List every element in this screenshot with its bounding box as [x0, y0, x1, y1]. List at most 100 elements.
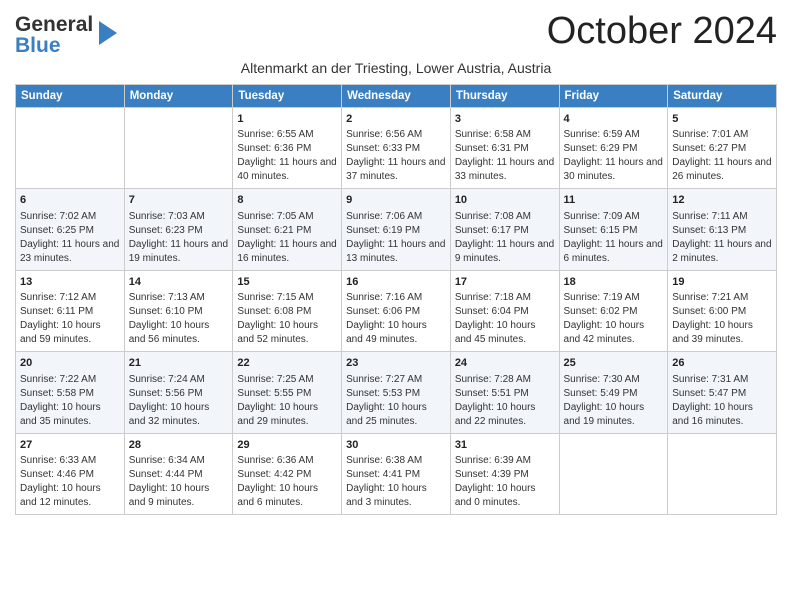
- day-info: Sunrise: 7:27 AMSunset: 5:53 PMDaylight:…: [346, 373, 446, 429]
- day-number: 29: [237, 438, 337, 453]
- day-info: Sunrise: 7:16 AMSunset: 6:06 PMDaylight:…: [346, 291, 446, 347]
- day-info: Sunrise: 7:02 AMSunset: 6:25 PMDaylight:…: [20, 210, 120, 266]
- day-info: Sunrise: 7:13 AMSunset: 6:10 PMDaylight:…: [129, 291, 229, 347]
- calendar-cell: 6 Sunrise: 7:02 AMSunset: 6:25 PMDaylight…: [16, 189, 125, 270]
- weekday-header-monday: Monday: [124, 85, 233, 108]
- day-number: 6: [20, 193, 120, 208]
- weekday-header-thursday: Thursday: [450, 85, 559, 108]
- day-number: 22: [237, 356, 337, 371]
- day-number: 1: [237, 112, 337, 127]
- logo: General Blue: [15, 14, 119, 56]
- day-number: 28: [129, 438, 229, 453]
- day-number: 13: [20, 275, 120, 290]
- calendar-cell: 13Sunrise: 7:12 AMSunset: 6:11 PMDayligh…: [16, 270, 125, 351]
- weekday-header-saturday: Saturday: [668, 85, 777, 108]
- day-info: Sunrise: 7:12 AMSunset: 6:11 PMDaylight:…: [20, 291, 120, 347]
- calendar-cell: 18Sunrise: 7:19 AMSunset: 6:02 PMDayligh…: [559, 270, 668, 351]
- calendar-cell: 1Sunrise: 6:55 AMSunset: 6:36 PMDaylight…: [233, 108, 342, 189]
- day-info: Sunrise: 6:56 AMSunset: 6:33 PMDaylight:…: [346, 128, 446, 184]
- weekday-header-tuesday: Tuesday: [233, 85, 342, 108]
- day-number: 7: [129, 193, 229, 208]
- day-number: 18: [564, 275, 664, 290]
- day-number: 11: [564, 193, 664, 208]
- calendar-cell: 16Sunrise: 7:16 AMSunset: 6:06 PMDayligh…: [342, 270, 451, 351]
- day-number: 31: [455, 438, 555, 453]
- day-info: Sunrise: 7:28 AMSunset: 5:51 PMDaylight:…: [455, 373, 555, 429]
- calendar-cell: 4Sunrise: 6:59 AMSunset: 6:29 PMDaylight…: [559, 108, 668, 189]
- day-info: Sunrise: 7:15 AMSunset: 6:08 PMDaylight:…: [237, 291, 337, 347]
- calendar-cell: 3Sunrise: 6:58 AMSunset: 6:31 PMDaylight…: [450, 108, 559, 189]
- day-number: 9: [346, 193, 446, 208]
- day-number: 16: [346, 275, 446, 290]
- logo-icon: [97, 19, 119, 47]
- calendar-cell: 11 Sunrise: 7:09 AMSunset: 6:15 PMDayligh…: [559, 189, 668, 270]
- day-info: Sunrise: 6:55 AMSunset: 6:36 PMDaylight:…: [237, 128, 337, 184]
- calendar-cell: 8 Sunrise: 7:05 AMSunset: 6:21 PMDaylight…: [233, 189, 342, 270]
- day-info: Sunrise: 6:33 AMSunset: 4:46 PMDaylight:…: [20, 454, 120, 510]
- day-info: Sunrise: 6:58 AMSunset: 6:31 PMDaylight:…: [455, 128, 555, 184]
- calendar-cell: 22Sunrise: 7:25 AMSunset: 5:55 PMDayligh…: [233, 352, 342, 433]
- day-number: 24: [455, 356, 555, 371]
- day-info: Sunrise: 7:01 AMSunset: 6:27 PMDaylight:…: [672, 128, 772, 184]
- calendar-cell: 30Sunrise: 6:38 AMSunset: 4:41 PMDayligh…: [342, 433, 451, 514]
- calendar-cell: [559, 433, 668, 514]
- calendar-cell: 23 Sunrise: 7:27 AMSunset: 5:53 PMDayligh…: [342, 352, 451, 433]
- day-number: 10: [455, 193, 555, 208]
- calendar-table: SundayMondayTuesdayWednesdayThursdayFrid…: [15, 84, 777, 515]
- logo-general: General: [15, 14, 93, 35]
- day-info: Sunrise: 7:30 AMSunset: 5:49 PMDaylight:…: [564, 373, 664, 429]
- calendar-cell: 5Sunrise: 7:01 AMSunset: 6:27 PMDaylight…: [668, 108, 777, 189]
- day-number: 12: [672, 193, 772, 208]
- calendar-subtitle: Altenmarkt an der Triesting, Lower Austr…: [15, 60, 777, 76]
- day-info: Sunrise: 7:11 AMSunset: 6:13 PMDaylight:…: [672, 210, 772, 266]
- calendar-cell: [124, 108, 233, 189]
- calendar-cell: 24 Sunrise: 7:28 AMSunset: 5:51 PMDayligh…: [450, 352, 559, 433]
- calendar-cell: 2Sunrise: 6:56 AMSunset: 6:33 PMDaylight…: [342, 108, 451, 189]
- day-number: 17: [455, 275, 555, 290]
- day-info: Sunrise: 7:08 AMSunset: 6:17 PMDaylight:…: [455, 210, 555, 266]
- calendar-cell: 21 Sunrise: 7:24 AMSunset: 5:56 PMDayligh…: [124, 352, 233, 433]
- logo-blue: Blue: [15, 35, 93, 56]
- day-info: Sunrise: 6:38 AMSunset: 4:41 PMDaylight:…: [346, 454, 446, 510]
- calendar-cell: 26Sunrise: 7:31 AMSunset: 5:47 PMDayligh…: [668, 352, 777, 433]
- day-info: Sunrise: 7:24 AMSunset: 5:56 PMDaylight:…: [129, 373, 229, 429]
- day-info: Sunrise: 7:06 AMSunset: 6:19 PMDaylight:…: [346, 210, 446, 266]
- calendar-cell: 7 Sunrise: 7:03 AMSunset: 6:23 PMDaylight…: [124, 189, 233, 270]
- calendar-cell: 12 Sunrise: 7:11 AMSunset: 6:13 PMDayligh…: [668, 189, 777, 270]
- month-title: October 2024: [547, 10, 777, 53]
- day-number: 21: [129, 356, 229, 371]
- calendar-cell: 28Sunrise: 6:34 AMSunset: 4:44 PMDayligh…: [124, 433, 233, 514]
- calendar-cell: 25 Sunrise: 7:30 AMSunset: 5:49 PMDayligh…: [559, 352, 668, 433]
- day-info: Sunrise: 7:09 AMSunset: 6:15 PMDaylight:…: [564, 210, 664, 266]
- day-number: 14: [129, 275, 229, 290]
- day-number: 26: [672, 356, 772, 371]
- calendar-cell: [16, 108, 125, 189]
- day-info: Sunrise: 7:19 AMSunset: 6:02 PMDaylight:…: [564, 291, 664, 347]
- weekday-header-sunday: Sunday: [16, 85, 125, 108]
- day-number: 2: [346, 112, 446, 127]
- day-number: 3: [455, 112, 555, 127]
- day-info: Sunrise: 7:03 AMSunset: 6:23 PMDaylight:…: [129, 210, 229, 266]
- day-info: Sunrise: 6:59 AMSunset: 6:29 PMDaylight:…: [564, 128, 664, 184]
- calendar-cell: 10 Sunrise: 7:08 AMSunset: 6:17 PMDayligh…: [450, 189, 559, 270]
- day-number: 27: [20, 438, 120, 453]
- calendar-cell: 31Sunrise: 6:39 AMSunset: 4:39 PMDayligh…: [450, 433, 559, 514]
- day-info: Sunrise: 7:21 AMSunset: 6:00 PMDaylight:…: [672, 291, 772, 347]
- day-info: Sunrise: 7:18 AMSunset: 6:04 PMDaylight:…: [455, 291, 555, 347]
- calendar-cell: 19Sunrise: 7:21 AMSunset: 6:00 PMDayligh…: [668, 270, 777, 351]
- day-info: Sunrise: 6:36 AMSunset: 4:42 PMDaylight:…: [237, 454, 337, 510]
- day-info: Sunrise: 7:22 AMSunset: 5:58 PMDaylight:…: [20, 373, 120, 429]
- day-number: 15: [237, 275, 337, 290]
- day-number: 4: [564, 112, 664, 127]
- day-info: Sunrise: 7:05 AMSunset: 6:21 PMDaylight:…: [237, 210, 337, 266]
- calendar-cell: 29Sunrise: 6:36 AMSunset: 4:42 PMDayligh…: [233, 433, 342, 514]
- day-number: 23: [346, 356, 446, 371]
- weekday-header-wednesday: Wednesday: [342, 85, 451, 108]
- day-number: 19: [672, 275, 772, 290]
- calendar-cell: 27Sunrise: 6:33 AMSunset: 4:46 PMDayligh…: [16, 433, 125, 514]
- day-number: 20: [20, 356, 120, 371]
- day-number: 25: [564, 356, 664, 371]
- day-number: 30: [346, 438, 446, 453]
- day-info: Sunrise: 6:34 AMSunset: 4:44 PMDaylight:…: [129, 454, 229, 510]
- day-number: 8: [237, 193, 337, 208]
